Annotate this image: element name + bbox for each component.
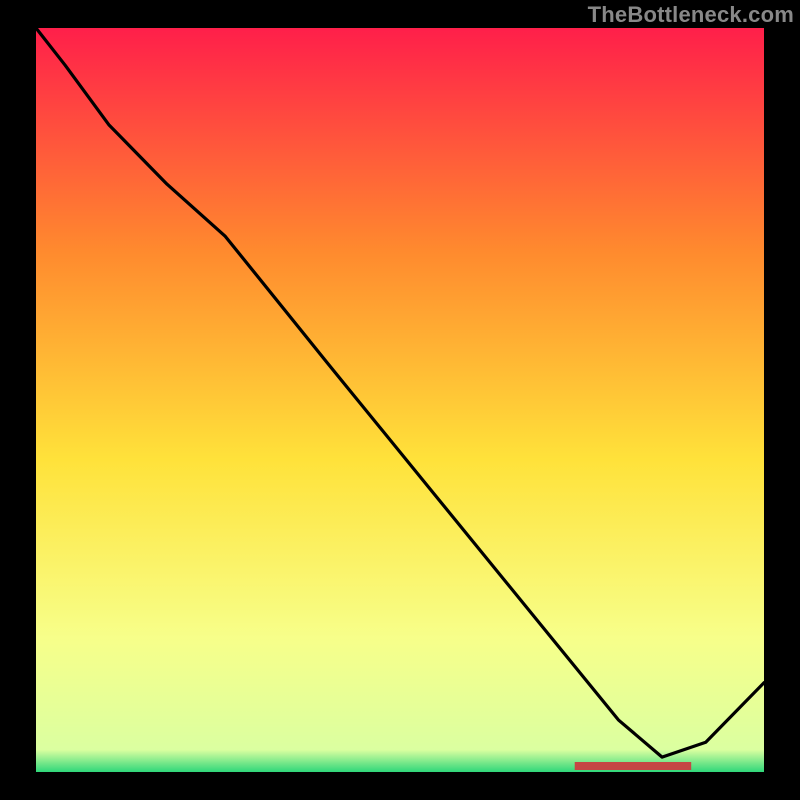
chart-container: TheBottleneck.com — [0, 0, 800, 800]
chart-svg — [36, 28, 764, 772]
watermark-label: TheBottleneck.com — [588, 2, 794, 28]
minimum-region-bar — [575, 762, 691, 770]
chart-background-gradient — [36, 28, 764, 772]
chart-plot-area — [36, 28, 764, 772]
